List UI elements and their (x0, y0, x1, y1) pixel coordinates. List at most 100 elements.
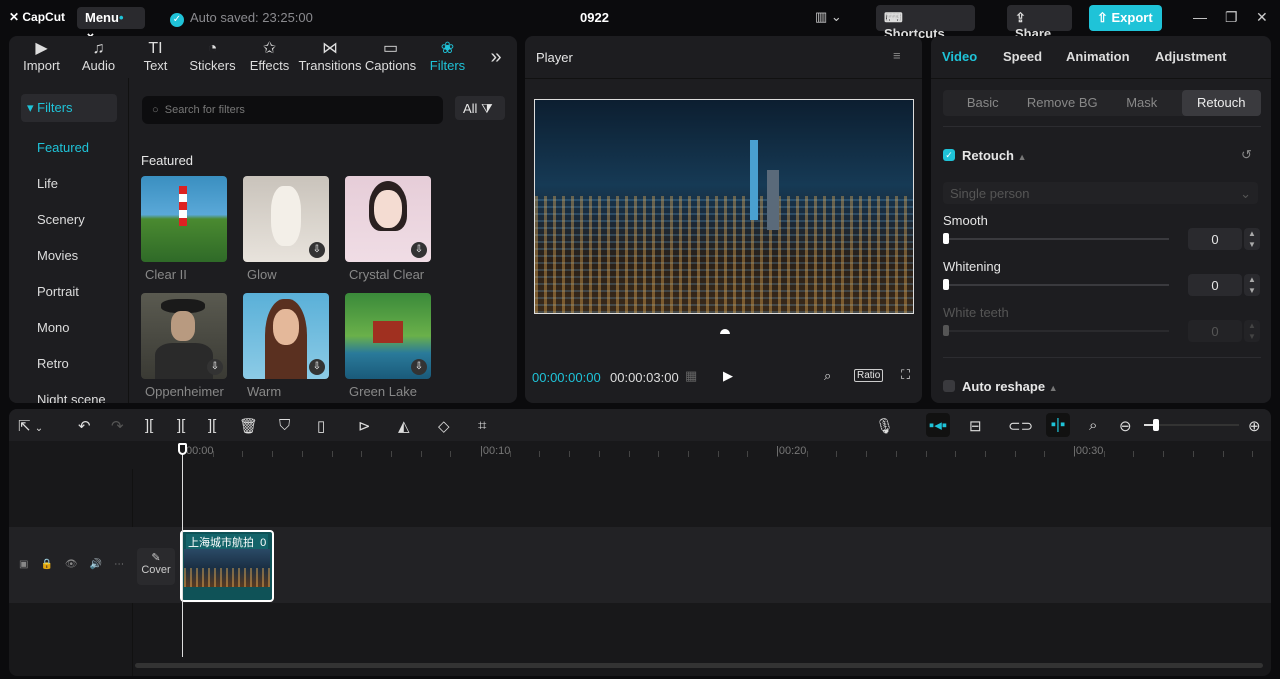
category-mono[interactable]: Mono (37, 320, 70, 335)
layout-icon[interactable]: ▥ ⌄ (815, 9, 842, 25)
microphone-icon[interactable]: 🎙 (875, 417, 894, 435)
tab-video[interactable]: Video (942, 49, 977, 64)
project-title[interactable]: 0922 (580, 10, 609, 25)
subtab-basic[interactable]: Basic (943, 90, 1023, 116)
video-preview[interactable] (534, 99, 914, 314)
undo-icon[interactable]: ↶ (78, 417, 91, 435)
export-button[interactable]: ⇧ Export (1089, 5, 1162, 31)
zoom-slider[interactable] (1144, 419, 1239, 431)
retouch-heading[interactable]: Retouch ▲ (962, 148, 1027, 163)
cover-button[interactable]: ✎ Cover (137, 548, 175, 585)
playhead[interactable] (182, 445, 183, 657)
freeze-icon[interactable]: ▯ (317, 417, 325, 435)
slider-knob[interactable] (943, 233, 949, 244)
main-track-magnet-icon[interactable]: ▪◂▪ (926, 413, 950, 437)
smooth-stepper[interactable]: ▲ ▼ (1244, 228, 1260, 250)
category-retro[interactable]: Retro (37, 356, 69, 371)
download-icon[interactable]: ⇩ (207, 359, 223, 375)
category-life[interactable]: Life (37, 176, 58, 191)
ratio-button[interactable]: Ratio (854, 369, 884, 382)
menu-button[interactable]: Menu• ⌄ (77, 7, 145, 40)
zoom-in-icon[interactable]: ⊕ (1248, 417, 1261, 435)
category-portrait[interactable]: Portrait (37, 284, 79, 299)
subtab-mask[interactable]: Mask (1102, 90, 1182, 116)
category-movies[interactable]: Movies (37, 248, 78, 263)
link-icon[interactable]: ⊂⊃ (1008, 417, 1033, 435)
mirror-icon[interactable]: ◭ (398, 417, 410, 435)
download-icon[interactable]: ⇩ (309, 242, 325, 258)
preview-axis-icon[interactable]: ▪|▪ (1046, 413, 1070, 437)
minimize-icon[interactable]: — (1193, 9, 1207, 25)
zoom-slider-knob[interactable] (1153, 419, 1159, 431)
video-clip[interactable]: 上海城市航拍 0 (180, 530, 274, 602)
tab-import[interactable]: ▶ Import (13, 36, 70, 78)
filter-thumb-glow[interactable]: ⇩ (243, 176, 329, 262)
marker-icon[interactable]: ⛉ (279, 417, 290, 434)
close-icon[interactable]: ✕ (1256, 9, 1268, 26)
zoom-to-fit-icon[interactable]: ⌕ (1089, 417, 1097, 434)
filter-thumb-oppenheimer[interactable]: ⇩ (141, 293, 227, 379)
download-icon[interactable]: ⇩ (411, 242, 427, 258)
auto-reshape-checkbox[interactable] (943, 380, 955, 392)
tab-speed[interactable]: Speed (1003, 49, 1042, 64)
select-tool-icon[interactable]: ⇱ ⌄ (18, 417, 43, 435)
download-icon[interactable]: ⇩ (309, 359, 325, 375)
category-scenery[interactable]: Scenery (37, 212, 85, 227)
category-night-scene[interactable]: Night scene (37, 392, 106, 403)
filters-category-header[interactable]: ▾ Filters (21, 94, 117, 122)
maximize-icon[interactable]: ❐ (1225, 9, 1238, 26)
playhead-handle[interactable] (178, 443, 187, 455)
crop-icon[interactable]: ⌗ (478, 417, 486, 434)
tab-animation[interactable]: Animation (1066, 49, 1130, 64)
filter-thumb-clear-ii[interactable] (141, 176, 227, 262)
slider-knob[interactable] (943, 279, 949, 290)
whitening-slider[interactable] (943, 279, 1169, 290)
tab-effects[interactable]: ✩ Effects (241, 36, 298, 78)
filter-all-button[interactable]: All ⧩ (455, 96, 505, 120)
split-right-icon[interactable]: ][ (208, 417, 216, 434)
auto-snap-icon[interactable]: ⊟ (969, 417, 982, 435)
auto-reshape-heading[interactable]: Auto reshape ▲ (962, 379, 1058, 394)
retouch-checkbox[interactable]: ✓ (943, 149, 955, 161)
filter-search-input[interactable]: ○ Search for filters (142, 96, 443, 124)
subtab-remove-bg[interactable]: Remove BG (1023, 90, 1103, 116)
whitening-value-input[interactable]: 0 (1188, 274, 1242, 296)
smooth-value-input[interactable]: 0 (1188, 228, 1242, 250)
whitening-stepper[interactable]: ▲ ▼ (1244, 274, 1260, 296)
speed-icon[interactable]: ⊳ (358, 417, 371, 435)
smooth-slider[interactable] (943, 233, 1169, 244)
horizontal-scrollbar[interactable] (135, 663, 1263, 668)
play-button[interactable]: ▶ (723, 368, 733, 384)
lock-icon[interactable]: 🔒 (40, 559, 64, 570)
reset-icon[interactable]: ↺ (1241, 147, 1252, 163)
fullscreen-icon[interactable]: ⛶ (901, 367, 910, 383)
zoom-preview-icon[interactable]: ⌕ (824, 368, 831, 384)
timeline-grid-icon[interactable]: ▦ (685, 368, 697, 384)
delete-icon[interactable]: 🗑 (239, 417, 258, 435)
split-icon[interactable]: ][ (145, 417, 153, 434)
player-menu-icon[interactable]: ≡ (893, 48, 901, 63)
tab-transitions[interactable]: ⋈ Transitions (298, 36, 362, 78)
filter-thumb-warm[interactable]: ⇩ (243, 293, 329, 379)
tab-filters[interactable]: ❀ Filters (419, 36, 476, 78)
tab-adjustment[interactable]: Adjustment (1155, 49, 1227, 64)
split-left-icon[interactable]: ][ (177, 417, 185, 434)
track-video-icon[interactable]: ▣ (19, 559, 40, 570)
filter-thumb-green-lake[interactable]: ⇩ (345, 293, 431, 379)
filter-thumb-crystal-clear[interactable]: ⇩ (345, 176, 431, 262)
tab-text[interactable]: TI Text (127, 36, 184, 78)
tab-captions[interactable]: ▭ Captions (362, 36, 419, 78)
zoom-out-icon[interactable]: ⊖ (1119, 417, 1132, 435)
more-tabs-icon[interactable]: » (476, 36, 516, 78)
download-icon[interactable]: ⇩ (411, 359, 427, 375)
tab-stickers[interactable]: ◔ Stickers (184, 36, 241, 78)
subtab-retouch[interactable]: Retouch (1181, 90, 1261, 116)
visibility-icon[interactable]: 👁 (65, 559, 90, 570)
audio-icon[interactable]: 🔊 (90, 559, 114, 570)
rotate-icon[interactable]: ◇ (438, 417, 450, 435)
more-icon[interactable]: ⋯ (114, 559, 136, 570)
category-featured[interactable]: Featured (37, 140, 89, 155)
tab-audio[interactable]: ♫ Audio (70, 36, 127, 78)
shortcuts-button[interactable]: ⌨ Shortcuts (876, 5, 975, 41)
share-button[interactable]: ⇪ Share (1007, 5, 1072, 41)
